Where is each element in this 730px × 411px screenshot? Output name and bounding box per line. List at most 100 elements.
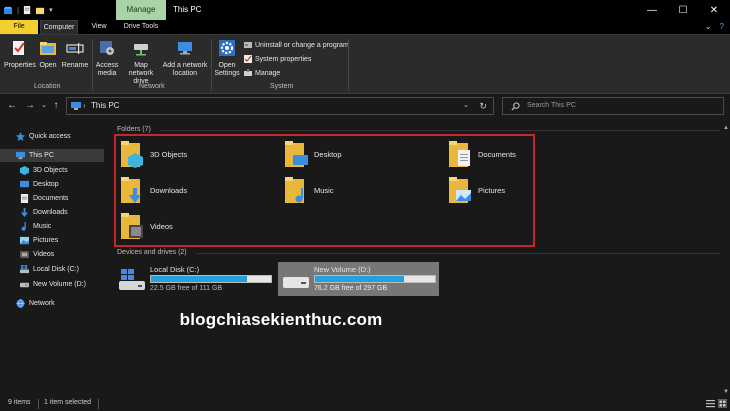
folder-tile-desktop[interactable]: Desktop [284, 140, 434, 170]
expand-ribbon-icon[interactable]: ⌄ [705, 22, 712, 31]
drive-usage-bar [314, 275, 436, 283]
address-bar[interactable]: › This PC ⌄ ↻ [66, 97, 494, 115]
drive-icon [20, 282, 29, 288]
system-properties-button[interactable]: System properties [244, 55, 311, 63]
sidebar-item-videos[interactable]: Videos [0, 248, 104, 261]
breadcrumb-separator-icon: › [83, 101, 86, 110]
sidebar-item-this-pc[interactable]: This PC [0, 149, 104, 162]
search-input[interactable]: Search This PC [502, 97, 724, 115]
videos-icon [20, 250, 29, 259]
map-network-drive-button[interactable]: Map network drive [121, 39, 161, 86]
sidebar-item-documents[interactable]: Documents [0, 192, 104, 205]
scroll-up-icon[interactable]: ▲ [722, 124, 730, 132]
videos-folder-icon [121, 213, 143, 239]
windows-drive-icon [20, 265, 29, 274]
minimize-button[interactable]: — [637, 0, 667, 20]
ribbon-separator [211, 39, 212, 91]
open-folder-icon [40, 42, 56, 55]
customize-quick-access-icon[interactable]: ▾ [49, 6, 53, 14]
music-note-icon [21, 222, 26, 231]
drive-usage-fill [151, 276, 247, 282]
downloads-folder-icon [121, 177, 141, 203]
properties-icon [13, 41, 25, 55]
sidebar-item-quick-access[interactable]: Quick access [0, 130, 104, 143]
scroll-down-icon[interactable]: ▼ [722, 388, 730, 396]
folder-tile-downloads[interactable]: Downloads [120, 176, 270, 206]
folder-tile-videos[interactable]: Videos [120, 212, 270, 242]
sidebar-item-downloads[interactable]: Downloads [0, 206, 104, 219]
recent-locations-chevron-icon[interactable]: ⌄ [38, 99, 50, 113]
window-title: This PC [173, 5, 202, 14]
access-media-button[interactable]: Access media [94, 39, 120, 78]
drive-icon [283, 277, 309, 288]
3d-objects-icon [20, 166, 29, 175]
vertical-scrollbar[interactable]: ▲ ▼ [722, 124, 730, 396]
sidebar-item-pictures[interactable]: Pictures [0, 234, 104, 247]
download-arrow-icon [20, 208, 29, 217]
refresh-icon[interactable]: ↻ [479, 98, 487, 114]
3d-objects-folder-icon [121, 141, 143, 168]
add-network-location-button[interactable]: Add a network location [162, 39, 208, 78]
gear-icon [219, 40, 235, 56]
pictures-icon [20, 236, 29, 245]
properties-quick-icon[interactable] [23, 5, 32, 15]
back-arrow-icon[interactable]: ← [6, 99, 18, 113]
section-divider [196, 253, 720, 254]
quick-access-toolbar: | ▾ [4, 4, 53, 16]
close-button[interactable]: ✕ [699, 0, 729, 20]
tiles-view-icon[interactable] [718, 399, 727, 408]
tab-file[interactable]: File [0, 20, 38, 34]
manage-icon [244, 69, 252, 76]
sidebar-item-3d-objects[interactable]: 3D Objects [0, 164, 104, 177]
properties-button[interactable]: Properties [4, 39, 36, 70]
sidebar-item-new-volume-d[interactable]: New Volume (D:) [0, 278, 104, 291]
network-icon [16, 299, 25, 308]
tab-computer[interactable]: Computer [40, 20, 78, 34]
new-folder-quick-icon[interactable] [36, 6, 45, 15]
ribbon: Properties Open Rename Location Access m… [0, 34, 730, 94]
manage-context-tab[interactable]: Manage [116, 0, 166, 20]
sidebar-item-network[interactable]: Network [0, 297, 104, 310]
tab-view[interactable]: View [84, 20, 114, 34]
title-bar: | ▾ Manage This PC — ☐ ✕ [0, 0, 730, 20]
breadcrumb[interactable]: This PC [91, 98, 119, 114]
folders-section-header[interactable]: Folders (7) [117, 126, 151, 133]
app-icon [4, 6, 13, 14]
desktop-icon [20, 180, 29, 188]
maximize-button[interactable]: ☐ [668, 0, 698, 20]
uninstall-program-button[interactable]: Uninstall or change a program [244, 41, 349, 49]
star-icon [16, 132, 25, 141]
help-icon[interactable]: ? [720, 22, 724, 31]
folder-tile-pictures[interactable]: Pictures [448, 176, 598, 206]
sidebar-item-local-disk-c[interactable]: Local Disk (C:) [0, 263, 104, 276]
ribbon-separator [92, 39, 93, 91]
search-icon [511, 102, 520, 111]
item-count: 9 items [8, 399, 31, 406]
status-separator [98, 399, 99, 409]
manage-button[interactable]: Manage [244, 69, 280, 77]
this-pc-icon [16, 151, 25, 160]
folder-tile-documents[interactable]: Documents [448, 140, 598, 170]
sidebar-item-music[interactable]: Music [0, 220, 104, 233]
address-row: ← → ⌄ ↑ › This PC ⌄ ↻ Search This PC [0, 95, 730, 117]
group-label-system: System [270, 83, 294, 90]
open-button[interactable]: Open [37, 39, 59, 70]
tab-drive-tools[interactable]: Drive Tools [118, 20, 164, 34]
drive-usage-bar [150, 275, 272, 283]
this-pc-icon [71, 102, 81, 110]
forward-arrow-icon[interactable]: → [24, 99, 36, 113]
drives-section-header[interactable]: Devices and drives (2) [117, 249, 187, 256]
open-settings-button[interactable]: Open Settings [213, 39, 241, 78]
folder-tile-music[interactable]: Music [284, 176, 434, 206]
rename-button[interactable]: Rename [61, 39, 89, 70]
sidebar-item-desktop[interactable]: Desktop [0, 178, 104, 191]
details-view-icon[interactable] [706, 399, 715, 408]
uninstall-icon [244, 42, 252, 48]
drive-tile-local-disk-c[interactable]: Local Disk (C:) 22.5 GB free of 111 GB [114, 262, 276, 296]
access-media-icon [100, 41, 114, 55]
check-properties-icon [244, 55, 252, 63]
folder-tile-3d-objects[interactable]: 3D Objects [120, 140, 270, 170]
address-dropdown-icon[interactable]: ⌄ [463, 98, 469, 114]
up-arrow-icon[interactable]: ↑ [50, 99, 62, 113]
drive-tile-new-volume-d[interactable]: New Volume (D:) 76.2 GB free of 297 GB [278, 262, 439, 296]
